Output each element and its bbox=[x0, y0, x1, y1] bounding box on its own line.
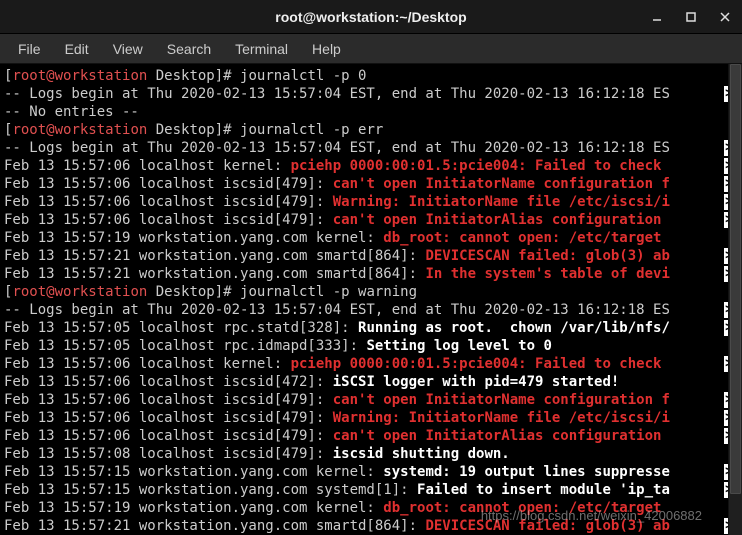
menubar: File Edit View Search Terminal Help bbox=[0, 34, 742, 64]
terminal-line: Feb 13 15:57:21 workstation.yang.com sma… bbox=[4, 265, 738, 283]
terminal-line: Feb 13 15:57:19 workstation.yang.com ker… bbox=[4, 499, 738, 517]
terminal-line: Feb 13 15:57:06 localhost iscsid[479]: c… bbox=[4, 391, 738, 409]
maximize-button[interactable] bbox=[680, 6, 702, 28]
terminal-line: Feb 13 15:57:06 localhost kernel: pciehp… bbox=[4, 157, 738, 175]
terminal-line: Feb 13 15:57:06 localhost kernel: pciehp… bbox=[4, 355, 738, 373]
terminal-line: [root@workstation Desktop]# journalctl -… bbox=[4, 67, 738, 85]
menu-edit[interactable]: Edit bbox=[53, 37, 101, 61]
menu-file[interactable]: File bbox=[6, 37, 53, 61]
scrollbar[interactable] bbox=[728, 64, 742, 535]
terminal-line: Feb 13 15:57:06 localhost iscsid[479]: c… bbox=[4, 427, 738, 445]
titlebar: root@workstation:~/Desktop bbox=[0, 0, 742, 34]
terminal-output[interactable]: [root@workstation Desktop]# journalctl -… bbox=[0, 64, 742, 535]
terminal-line: Feb 13 15:57:06 localhost iscsid[479]: W… bbox=[4, 409, 738, 427]
menu-view[interactable]: View bbox=[101, 37, 155, 61]
close-button[interactable] bbox=[714, 6, 736, 28]
terminal-line: -- Logs begin at Thu 2020-02-13 15:57:04… bbox=[4, 85, 738, 103]
terminal-line: Feb 13 15:57:05 localhost rpc.statd[328]… bbox=[4, 319, 738, 337]
window-title: root@workstation:~/Desktop bbox=[275, 9, 466, 25]
terminal-line: Feb 13 15:57:06 localhost iscsid[479]: c… bbox=[4, 211, 738, 229]
terminal-line: Feb 13 15:57:08 localhost iscsid[479]: i… bbox=[4, 445, 738, 463]
menu-help[interactable]: Help bbox=[300, 37, 353, 61]
terminal-line: -- Logs begin at Thu 2020-02-13 15:57:04… bbox=[4, 301, 738, 319]
terminal-line: [root@workstation Desktop]# journalctl -… bbox=[4, 121, 738, 139]
terminal-line: -- Logs begin at Thu 2020-02-13 15:57:04… bbox=[4, 139, 738, 157]
terminal-line: [root@workstation Desktop]# journalctl -… bbox=[4, 283, 738, 301]
menu-search[interactable]: Search bbox=[155, 37, 223, 61]
terminal-line: -- No entries -- bbox=[4, 103, 738, 121]
scrollbar-thumb[interactable] bbox=[730, 64, 741, 494]
terminal-line: Feb 13 15:57:21 workstation.yang.com sma… bbox=[4, 247, 738, 265]
terminal-line: Feb 13 15:57:06 localhost iscsid[479]: W… bbox=[4, 193, 738, 211]
window-controls bbox=[646, 6, 736, 28]
terminal-line: Feb 13 15:57:21 workstation.yang.com sma… bbox=[4, 517, 738, 535]
terminal-line: Feb 13 15:57:06 localhost iscsid[472]: i… bbox=[4, 373, 738, 391]
terminal-line: Feb 13 15:57:06 localhost iscsid[479]: c… bbox=[4, 175, 738, 193]
terminal-line: Feb 13 15:57:19 workstation.yang.com ker… bbox=[4, 229, 738, 247]
terminal-line: Feb 13 15:57:05 localhost rpc.idmapd[333… bbox=[4, 337, 738, 355]
minimize-button[interactable] bbox=[646, 6, 668, 28]
terminal-line: Feb 13 15:57:15 workstation.yang.com sys… bbox=[4, 481, 738, 499]
terminal-line: Feb 13 15:57:15 workstation.yang.com ker… bbox=[4, 463, 738, 481]
menu-terminal[interactable]: Terminal bbox=[223, 37, 300, 61]
